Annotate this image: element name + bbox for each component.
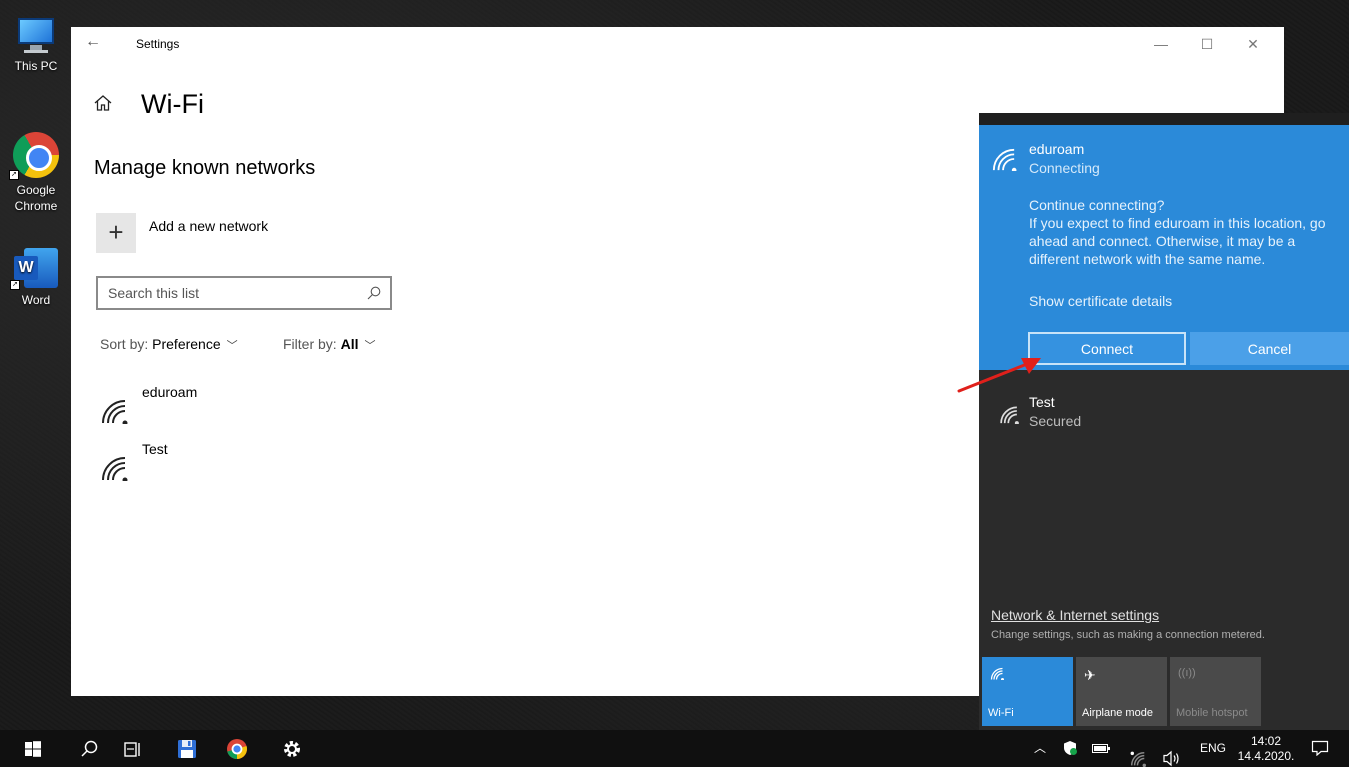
- desktop-icon-label: Google Chrome: [14, 183, 58, 213]
- filter-prefix: Filter by:: [283, 336, 341, 352]
- minimize-button[interactable]: —: [1138, 31, 1184, 57]
- input-language-indicator[interactable]: ENG: [1200, 730, 1226, 767]
- annotation-arrow-icon: [957, 358, 1041, 393]
- hotspot-icon: ((ı)): [1178, 667, 1196, 679]
- prompt-body: If you expect to find eduroam in this lo…: [1029, 215, 1326, 267]
- airplane-icon: ✈: [1084, 667, 1096, 683]
- wifi-icon[interactable]: [1130, 740, 1146, 767]
- shield-icon[interactable]: [1062, 740, 1078, 756]
- notification-center-icon[interactable]: [1311, 740, 1329, 756]
- active-network-name: eduroam: [1029, 141, 1085, 157]
- shortcut-arrow-icon: ➚: [9, 170, 19, 180]
- plus-icon: +: [108, 217, 124, 247]
- known-network-item[interactable]: eduroam: [96, 384, 396, 428]
- section-title: Manage known networks: [94, 157, 316, 179]
- tile-label: Mobile hotspot: [1176, 707, 1248, 719]
- tile-label: Airplane mode: [1082, 707, 1153, 719]
- chevron-down-icon: ﹀: [364, 340, 376, 352]
- search-icon[interactable]: [78, 738, 100, 760]
- prompt-question: Continue connecting?: [1029, 197, 1165, 213]
- chrome-icon[interactable]: [226, 738, 248, 760]
- network-internet-settings-link[interactable]: Network & Internet settings: [991, 607, 1159, 623]
- known-network-item[interactable]: Test: [96, 441, 396, 485]
- clock-date: 14.4.2020.: [1237, 749, 1295, 763]
- desktop-icon-label: This PC: [14, 59, 58, 73]
- search-input[interactable]: [108, 284, 348, 302]
- add-network-label[interactable]: Add a new network: [149, 218, 268, 234]
- word-icon: W ➚: [10, 248, 58, 290]
- sort-dropdown[interactable]: Sort by: Preference ﹀: [100, 336, 238, 353]
- mobile-hotspot-tile[interactable]: ((ı)) Mobile hotspot: [1170, 657, 1261, 726]
- chrome-icon: ➚: [9, 132, 59, 180]
- title-bar: ← Settings — ☐ ✕: [71, 27, 1284, 59]
- desktop-icon-this-pc[interactable]: This PC: [4, 18, 68, 74]
- windows-start-icon[interactable]: [22, 738, 44, 760]
- computer-icon: [14, 18, 58, 54]
- airplane-mode-tile[interactable]: ✈ Airplane mode: [1076, 657, 1167, 726]
- search-list-box[interactable]: [96, 276, 392, 310]
- window-title: Settings: [136, 37, 180, 51]
- network-name: Test: [142, 441, 168, 457]
- wifi-toggle-tile[interactable]: Wi-Fi: [982, 657, 1073, 726]
- network-flyout: eduroam Connecting Continue connecting? …: [979, 113, 1349, 730]
- network-settings-description: Change settings, such as making a connec…: [991, 629, 1265, 641]
- chevron-up-icon[interactable]: ︿: [1034, 730, 1046, 767]
- desktop-icon-google-chrome[interactable]: ➚ Google Chrome: [4, 132, 68, 214]
- page-title: Wi-Fi: [141, 89, 204, 119]
- network-status: Secured: [1029, 413, 1082, 429]
- wifi-icon: [102, 400, 128, 424]
- tile-label: Wi-Fi: [988, 707, 1014, 719]
- flyout-top-strip: [979, 113, 1349, 125]
- sort-prefix: Sort by:: [100, 336, 153, 352]
- search-icon[interactable]: [367, 286, 381, 300]
- wifi-icon: [102, 457, 128, 481]
- volume-icon[interactable]: [1162, 740, 1180, 767]
- active-network-status: Connecting: [1029, 160, 1100, 176]
- add-network-button[interactable]: +: [96, 213, 136, 253]
- network-name: eduroam: [142, 384, 198, 400]
- cancel-button[interactable]: Cancel: [1190, 332, 1349, 365]
- wifi-icon: [990, 667, 1004, 680]
- active-network-panel: eduroam Connecting Continue connecting? …: [979, 125, 1349, 370]
- connect-button[interactable]: Connect: [1028, 332, 1186, 365]
- chevron-down-icon: ﹀: [226, 340, 238, 352]
- maximize-button[interactable]: ☐: [1184, 31, 1230, 57]
- battery-icon[interactable]: [1092, 744, 1110, 753]
- desktop-icon-label: Word: [21, 293, 51, 307]
- clock-time: 14:02: [1250, 734, 1282, 748]
- filter-value: All: [340, 336, 359, 352]
- back-arrow-icon[interactable]: ←: [85, 33, 101, 51]
- wifi-icon: [1000, 406, 1019, 424]
- filter-dropdown[interactable]: Filter by: All ﹀: [283, 336, 375, 353]
- shortcut-arrow-icon: ➚: [10, 280, 20, 290]
- sort-value: Preference: [152, 336, 221, 352]
- floppy-disk-icon[interactable]: [176, 738, 198, 760]
- show-certificate-link[interactable]: Show certificate details: [1029, 293, 1172, 309]
- taskbar: ︿ ENG 14:02 14.4.2020.: [0, 730, 1349, 767]
- taskbar-clock[interactable]: 14:02 14.4.2020.: [1236, 734, 1296, 764]
- connection-prompt: Continue connecting? If you expect to fi…: [1029, 196, 1341, 268]
- gear-icon[interactable]: [281, 738, 303, 760]
- close-button[interactable]: ✕: [1230, 31, 1276, 57]
- desktop-icon-word[interactable]: W ➚ Word: [4, 248, 68, 308]
- wifi-icon: [992, 148, 1017, 171]
- home-icon[interactable]: [93, 93, 113, 113]
- task-view-icon[interactable]: [122, 738, 144, 760]
